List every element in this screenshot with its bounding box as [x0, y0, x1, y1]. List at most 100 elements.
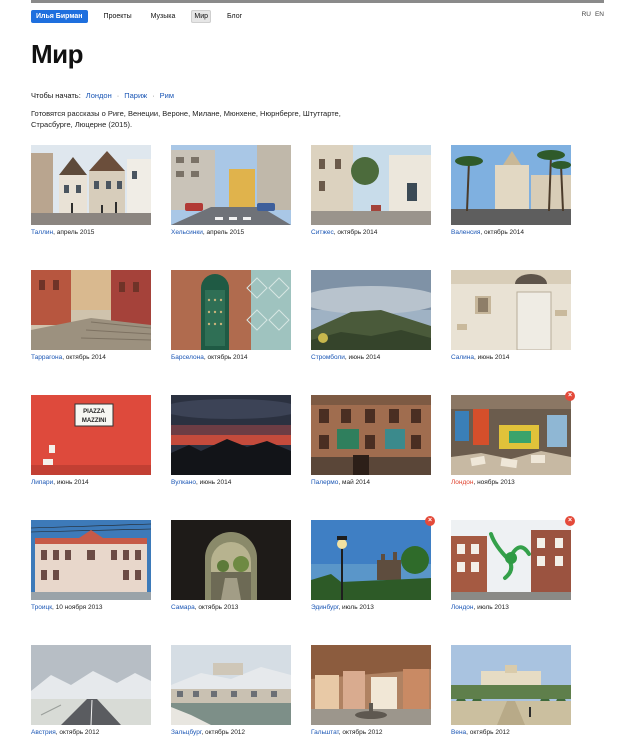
- photo-card[interactable]: Стромболи, июнь 2014: [311, 270, 431, 361]
- nav-item-projects[interactable]: Проекты: [101, 10, 135, 23]
- photo-thumbnail[interactable]: [451, 520, 571, 600]
- place-link[interactable]: Зальцбург: [171, 729, 201, 736]
- photo-thumbnail[interactable]: [171, 270, 291, 350]
- place-link[interactable]: Вулкано: [171, 479, 196, 486]
- photo-thumbnail[interactable]: [451, 145, 571, 225]
- nav-item-music[interactable]: Музыка: [148, 10, 179, 23]
- photo-date: , июнь 2014: [195, 479, 232, 486]
- photo-caption: Липари, июнь 2014: [31, 479, 151, 486]
- photo-thumbnail[interactable]: [451, 270, 571, 350]
- place-link[interactable]: Гальштат: [311, 729, 339, 736]
- photo-thumbnail[interactable]: [311, 645, 431, 725]
- photo-card[interactable]: Палермо, май 2014: [311, 395, 431, 486]
- street-sign-text: PIAZZA: [83, 409, 105, 415]
- photo-thumbnail[interactable]: [311, 270, 431, 350]
- photo-thumbnail[interactable]: [311, 520, 431, 600]
- place-link[interactable]: Палермо: [311, 479, 338, 486]
- start-link-rome[interactable]: Рим: [160, 91, 174, 100]
- top-border: [31, 0, 604, 3]
- photo-thumbnail[interactable]: [31, 145, 151, 225]
- place-link[interactable]: Австрия: [31, 729, 56, 736]
- photo-thumbnail[interactable]: [171, 645, 291, 725]
- place-link[interactable]: Липари: [31, 479, 53, 486]
- place-link[interactable]: Хельсинки: [171, 229, 203, 236]
- lang-en[interactable]: EN: [595, 11, 604, 18]
- photo-card[interactable]: Самара, октябрь 2013: [171, 520, 291, 611]
- photo-caption: Палермо, май 2014: [311, 479, 431, 486]
- photo-date: , апрель 2015: [202, 229, 245, 236]
- photo-card[interactable]: Барселона, октябрь 2014: [171, 270, 291, 361]
- photo-thumbnail[interactable]: PIAZZA MAZZINI: [31, 395, 151, 475]
- start-label: Чтобы начать:: [31, 91, 81, 100]
- place-link[interactable]: Самара: [171, 604, 195, 611]
- photo-caption: Вена, октябрь 2012: [451, 729, 571, 736]
- photo-thumbnail[interactable]: [451, 395, 571, 475]
- photo-card[interactable]: Таллин, апрель 2015: [31, 145, 151, 236]
- photo-thumbnail[interactable]: [311, 395, 431, 475]
- photo-caption: Валенсия, октябрь 2014: [451, 229, 571, 236]
- photo-thumbnail[interactable]: [31, 645, 151, 725]
- photo-date: , октябрь 2014: [480, 229, 524, 236]
- brand-link[interactable]: Илья Бирман: [31, 9, 88, 23]
- intro-text: Готовятся рассказы о Риге, Венеции, Веро…: [31, 109, 341, 129]
- place-link[interactable]: Вена: [451, 729, 466, 736]
- place-link[interactable]: Лондон: [451, 479, 473, 486]
- photo-card[interactable]: Ситжес, октябрь 2014: [311, 145, 431, 236]
- photo-thumbnail[interactable]: [171, 520, 291, 600]
- new-badge-icon: ×: [565, 391, 575, 401]
- photo-card[interactable]: Хельсинки, апрель 2015: [171, 145, 291, 236]
- photo-card[interactable]: Валенсия, октябрь 2014: [451, 145, 571, 236]
- photo-card[interactable]: Австрия, октябрь 2012: [31, 645, 151, 736]
- photo-date: , апрель 2015: [53, 229, 95, 236]
- photo-date: , октябрь 2012: [55, 729, 100, 736]
- photo-card[interactable]: × Лондон, июль 2013: [451, 516, 575, 611]
- place-link[interactable]: Таллин: [31, 229, 53, 236]
- place-link[interactable]: Барселона: [171, 354, 204, 361]
- place-link[interactable]: Лондон: [451, 604, 473, 611]
- photo-caption: Лондон, июль 2013: [451, 604, 571, 611]
- photo-date: , июнь 2014: [53, 479, 89, 486]
- photo-thumbnail[interactable]: [171, 395, 291, 475]
- photo-caption: Таллин, апрель 2015: [31, 229, 151, 236]
- photo-card[interactable]: Троицк, 10 ноября 2013: [31, 520, 151, 611]
- photo-thumbnail[interactable]: [171, 145, 291, 225]
- photo-card[interactable]: Вена, октябрь 2012: [451, 645, 571, 736]
- photo-date: , июль 2013: [473, 604, 509, 611]
- place-link[interactable]: Салина: [451, 354, 474, 361]
- start-links: Чтобы начать: Лондон · Париж · Рим: [31, 91, 174, 100]
- photo-card[interactable]: PIAZZA MAZZINI Липари, июнь 2014: [31, 395, 151, 486]
- nav-item-world[interactable]: Мир: [191, 9, 212, 23]
- photo-thumbnail[interactable]: [31, 270, 151, 350]
- start-link-london[interactable]: Лондон: [86, 91, 112, 100]
- photo-card[interactable]: Таррагона, октябрь 2014: [31, 270, 151, 361]
- photo-date: , октябрь 2014: [203, 354, 248, 361]
- photo-date: , октябрь 2012: [338, 729, 383, 736]
- photo-caption: Таррагона, октябрь 2014: [31, 354, 151, 361]
- separator: ·: [116, 91, 120, 100]
- photo-date: , июнь 2014: [474, 354, 510, 361]
- lang-ru[interactable]: RU: [582, 11, 591, 18]
- place-link[interactable]: Таррагона: [31, 354, 62, 361]
- photo-thumbnail[interactable]: [31, 520, 151, 600]
- photo-card[interactable]: Вулкано, июнь 2014: [171, 395, 291, 486]
- photo-card[interactable]: Зальцбург, октябрь 2012: [171, 645, 291, 736]
- place-link[interactable]: Ситжес: [311, 229, 334, 236]
- nav-item-blog[interactable]: Блог: [224, 10, 245, 23]
- photo-caption: Австрия, октябрь 2012: [31, 729, 151, 736]
- street-sign-text: MAZZINI: [82, 418, 107, 424]
- photo-caption: Зальцбург, октябрь 2012: [171, 729, 291, 736]
- start-link-paris[interactable]: Париж: [124, 91, 147, 100]
- photo-card[interactable]: × Лондон, ноябрь 2013: [451, 391, 575, 486]
- place-link[interactable]: Троицк: [31, 604, 52, 611]
- new-badge-icon: ×: [565, 516, 575, 526]
- place-link[interactable]: Валенсия: [451, 229, 480, 236]
- place-link[interactable]: Эдинбург: [311, 604, 338, 611]
- photo-thumbnail[interactable]: [311, 145, 431, 225]
- photo-card[interactable]: Гальштат, октябрь 2012: [311, 645, 431, 736]
- place-link[interactable]: Стромболи: [311, 354, 345, 361]
- photo-card[interactable]: × Эдинбург, июль 2013: [311, 516, 435, 611]
- photo-caption: Салина, июнь 2014: [451, 354, 571, 361]
- photo-thumbnail[interactable]: [451, 645, 571, 725]
- photo-date: , ноябрь 2013: [473, 479, 515, 486]
- photo-card[interactable]: Салина, июнь 2014: [451, 270, 571, 361]
